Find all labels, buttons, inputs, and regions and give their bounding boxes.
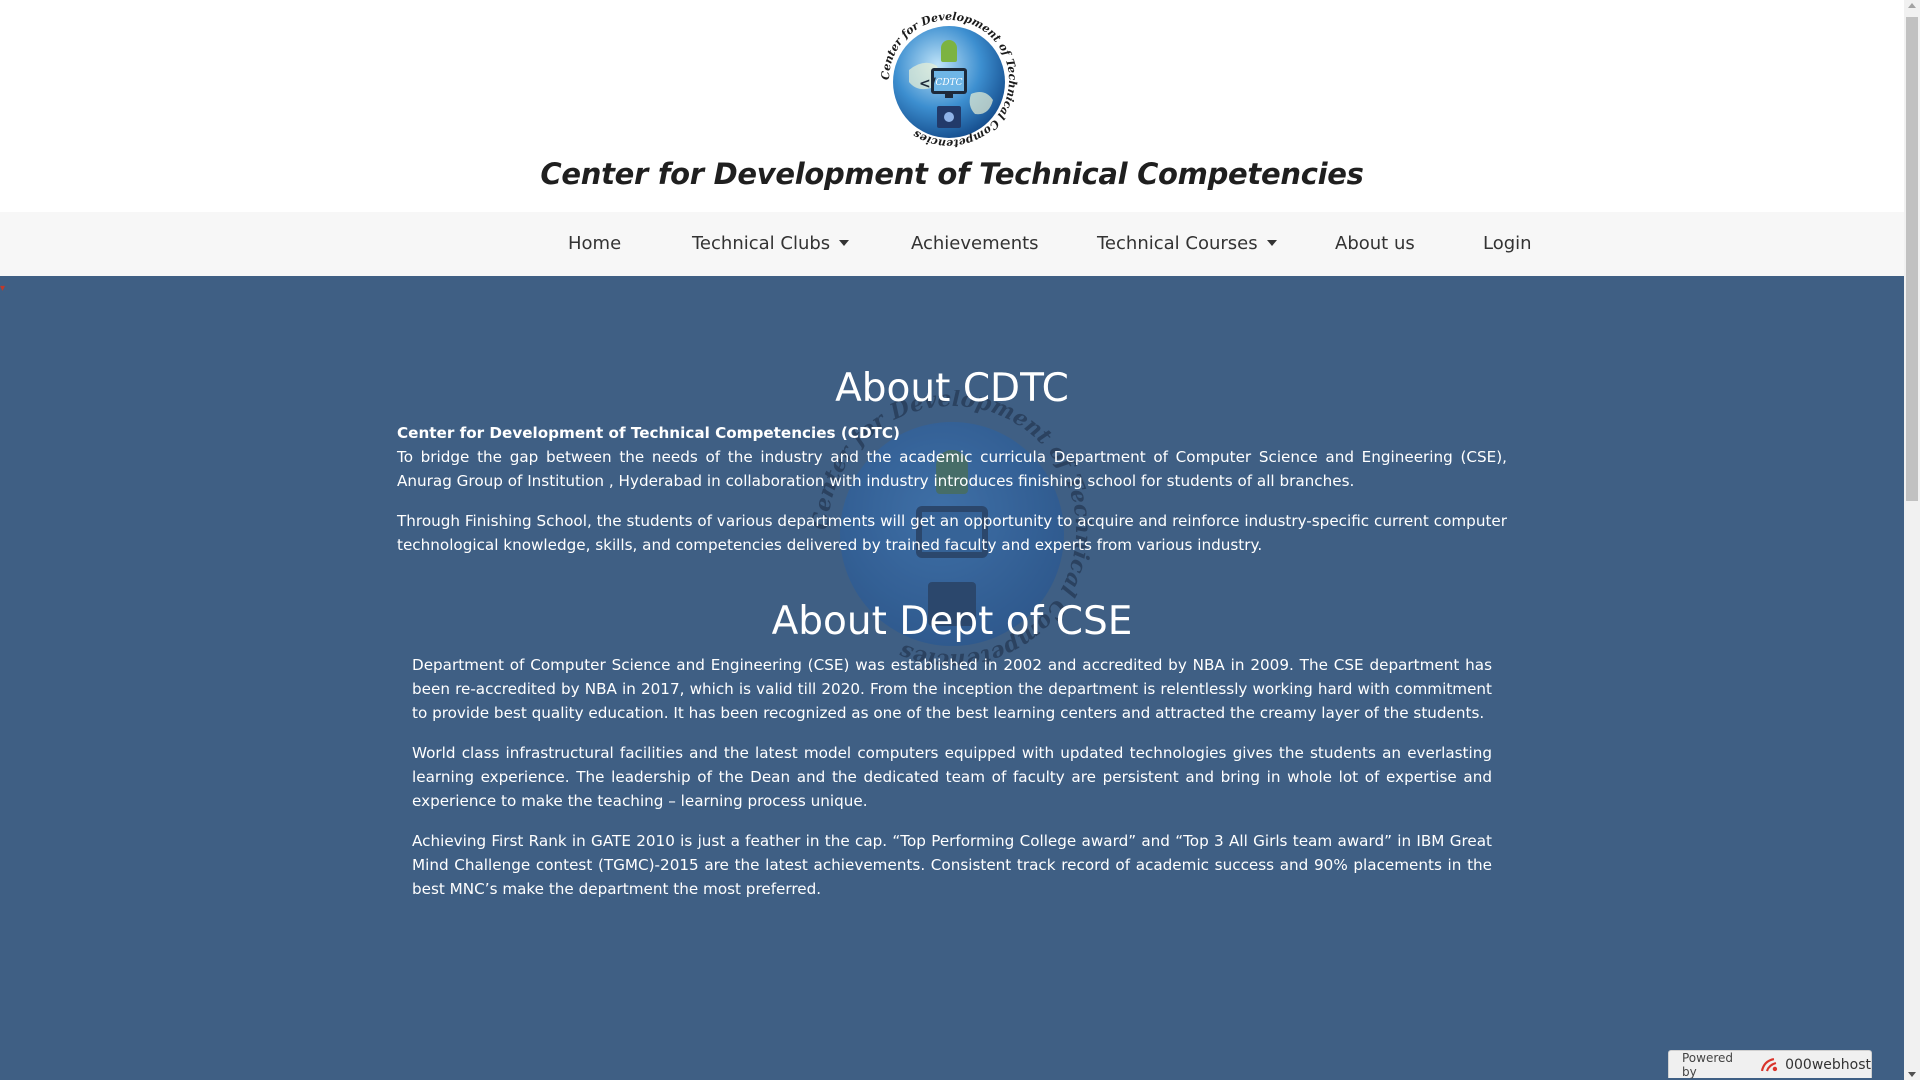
svg-text:</: </ <box>919 76 937 92</box>
nav-achievements[interactable]: Achievements <box>911 212 1039 276</box>
nav-home[interactable]: Home <box>568 212 621 276</box>
logo-text: CDTC <box>936 78 963 88</box>
nav-home-label: Home <box>568 233 622 254</box>
nav-about-us[interactable]: About us <box>1335 212 1415 276</box>
nav-technical-clubs-label: Technical Clubs <box>692 233 831 254</box>
webhost-logo-icon <box>1761 1057 1778 1071</box>
nav-login[interactable]: Login <box>1483 212 1532 276</box>
site-title: Center for Development of Technical Comp… <box>540 157 1364 191</box>
about-cse-heading: About Dept of CSE <box>771 599 1133 644</box>
page: CDTC </ Center for Development of Techni… <box>0 0 1904 1080</box>
chevron-down-icon <box>839 240 850 246</box>
scroll-up-arrow-icon[interactable] <box>1908 3 1916 8</box>
site-header: CDTC </ Center for Development of Techni… <box>0 0 1904 212</box>
cdtc-logo[interactable]: CDTC </ Center for Development of Techni… <box>879 10 1019 150</box>
nav-technical-courses-label: Technical Courses <box>1097 233 1258 254</box>
about-cse-paragraph-2: World class infrastructural facilities a… <box>412 744 1492 810</box>
main-content: ▾ Center for Development of Technical Co… <box>0 276 1904 1080</box>
about-cdtc-paragraph-1: To bridge the gap between the needs of t… <box>397 448 1507 490</box>
main-navbar: Home Technical Clubs Achievements Techni… <box>0 212 1904 276</box>
about-cdtc-heading: About CDTC <box>835 366 1069 411</box>
webhost-name: 000webhost <box>1785 1056 1871 1073</box>
nav-achievements-label: Achievements <box>911 233 1039 254</box>
powered-by-label: Powered by <box>1682 1050 1734 1079</box>
nav-technical-courses[interactable]: Technical Courses <box>1097 212 1277 276</box>
nav-technical-clubs[interactable]: Technical Clubs <box>692 212 850 276</box>
scroll-down-arrow-icon[interactable] <box>1908 1072 1916 1077</box>
broken-image-icon: ▾ <box>0 283 6 294</box>
nav-about-us-label: About us <box>1335 233 1415 254</box>
about-cdtc-lead: Center for Development of Technical Comp… <box>397 424 900 442</box>
scrollbar-thumb[interactable] <box>1906 17 1918 501</box>
about-cse-paragraph-3: Achieving First Rank in GATE 2010 is jus… <box>412 832 1492 898</box>
chevron-down-icon <box>1266 240 1277 246</box>
vertical-scrollbar[interactable] <box>1904 0 1920 1080</box>
about-cdtc-paragraph-2: Through Finishing School, the students o… <box>397 512 1507 554</box>
about-cse-paragraph-1: Department of Computer Science and Engin… <box>412 656 1492 722</box>
nav-login-label: Login <box>1483 233 1532 254</box>
powered-by-badge[interactable]: Powered by 000webhost <box>1668 1050 1872 1079</box>
